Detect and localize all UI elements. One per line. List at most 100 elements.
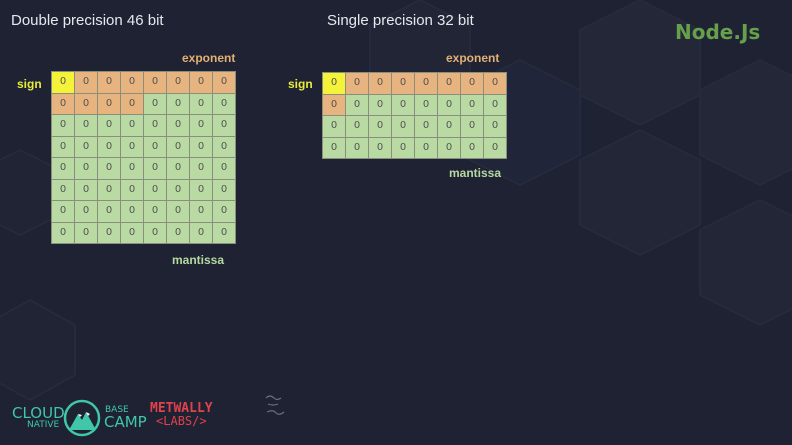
mantissa-bit-cell: 0 — [190, 179, 212, 200]
mantissa-bit-cell: 0 — [461, 94, 483, 115]
mantissa-bit-cell: 0 — [75, 179, 97, 200]
labs-text: <LABS/> — [156, 414, 207, 428]
mantissa-bit-cell: 0 — [75, 115, 97, 136]
mantissa-bit-cell: 0 — [167, 136, 189, 157]
exponent-bit-cell: 0 — [346, 73, 368, 94]
mantissa-bit-cell: 0 — [167, 115, 189, 136]
mantissa-bit-cell: 0 — [213, 93, 235, 114]
mantissa-bit-cell: 0 — [167, 222, 189, 243]
mantissa-bit-cell: 0 — [415, 116, 437, 137]
exponent-bit-cell: 0 — [121, 93, 143, 114]
mantissa-bit-cell: 0 — [392, 137, 414, 158]
sign-bit-cell: 0 — [52, 72, 74, 93]
mantissa-bit-cell: 0 — [144, 115, 166, 136]
mantissa-bit-cell: 0 — [369, 94, 391, 115]
mantissa-bit-cell: 0 — [369, 116, 391, 137]
mantissa-bit-cell: 0 — [415, 137, 437, 158]
mantissa-bit-cell: 0 — [52, 222, 74, 243]
mantissa-bit-cell: 0 — [75, 136, 97, 157]
logo-native-text: NATIVE — [27, 420, 60, 430]
mantissa-bit-cell: 0 — [190, 158, 212, 179]
mantissa-bit-cell: 0 — [346, 137, 368, 158]
double-precision-title: Double precision 46 bit — [11, 12, 164, 29]
mantissa-bit-cell: 0 — [213, 201, 235, 222]
mantissa-bit-cell: 0 — [415, 94, 437, 115]
mantissa-bit-cell: 0 — [190, 93, 212, 114]
single-precision-bit-grid: 00000000000000000000000000000000 — [322, 72, 507, 159]
mantissa-bit-cell: 0 — [438, 116, 460, 137]
mantissa-bit-cell: 0 — [121, 115, 143, 136]
nodejs-logo-text: Node.Js — [675, 20, 761, 44]
mantissa-bit-cell: 0 — [75, 158, 97, 179]
mantissa-bit-cell: 0 — [98, 158, 120, 179]
exponent-bit-cell: 0 — [167, 72, 189, 93]
metwally-labs-logo: METWALLY <LABS/> — [150, 402, 213, 428]
logo-camp-text: CAMP — [104, 413, 147, 431]
mantissa-bit-cell: 0 — [438, 94, 460, 115]
sign-bit-cell: 0 — [323, 73, 345, 94]
mantissa-bit-cell: 0 — [52, 136, 74, 157]
mantissa-bit-cell: 0 — [392, 94, 414, 115]
mantissa-bit-cell: 0 — [167, 93, 189, 114]
exponent-bit-cell: 0 — [190, 72, 212, 93]
double-exponent-label: exponent — [182, 51, 236, 65]
exponent-bit-cell: 0 — [52, 93, 74, 114]
mantissa-bit-cell: 0 — [75, 222, 97, 243]
mantissa-bit-cell: 0 — [213, 179, 235, 200]
mantissa-bit-cell: 0 — [98, 222, 120, 243]
mantissa-bit-cell: 0 — [98, 179, 120, 200]
mantissa-bit-cell: 0 — [167, 201, 189, 222]
exponent-bit-cell: 0 — [144, 72, 166, 93]
mantissa-bit-cell: 0 — [323, 137, 345, 158]
mantissa-bit-cell: 0 — [190, 222, 212, 243]
mantissa-bit-cell: 0 — [461, 137, 483, 158]
mantissa-bit-cell: 0 — [213, 158, 235, 179]
mantissa-bit-cell: 0 — [144, 158, 166, 179]
exponent-bit-cell: 0 — [461, 73, 483, 94]
exponent-bit-cell: 0 — [438, 73, 460, 94]
mantissa-bit-cell: 0 — [121, 201, 143, 222]
mantissa-bit-cell: 0 — [52, 179, 74, 200]
mantissa-bit-cell: 0 — [392, 116, 414, 137]
cloud-native-base-camp-logo: CLOUD NATIVE BASE CAMP — [12, 398, 152, 445]
mantissa-bit-cell: 0 — [213, 222, 235, 243]
mantissa-bit-cell: 0 — [75, 201, 97, 222]
mantissa-bit-cell: 0 — [346, 94, 368, 115]
mantissa-bit-cell: 0 — [190, 136, 212, 157]
exponent-bit-cell: 0 — [369, 73, 391, 94]
mantissa-bit-cell: 0 — [121, 179, 143, 200]
single-sign-label: sign — [288, 77, 313, 91]
mantissa-bit-cell: 0 — [144, 222, 166, 243]
exponent-bit-cell: 0 — [75, 93, 97, 114]
mantissa-bit-cell: 0 — [484, 94, 506, 115]
mantissa-bit-cell: 0 — [167, 179, 189, 200]
exponent-bit-cell: 0 — [213, 72, 235, 93]
exponent-bit-cell: 0 — [484, 73, 506, 94]
mantissa-bit-cell: 0 — [484, 137, 506, 158]
mantissa-bit-cell: 0 — [144, 93, 166, 114]
mantissa-bit-cell: 0 — [98, 136, 120, 157]
signature-mark — [262, 392, 292, 425]
mantissa-bit-cell: 0 — [121, 136, 143, 157]
exponent-bit-cell: 0 — [98, 93, 120, 114]
mantissa-bit-cell: 0 — [167, 158, 189, 179]
mantissa-bit-cell: 0 — [52, 115, 74, 136]
double-mantissa-label: mantissa — [172, 253, 225, 267]
exponent-bit-cell: 0 — [75, 72, 97, 93]
double-sign-label: sign — [17, 77, 42, 91]
exponent-bit-cell: 0 — [415, 73, 437, 94]
mantissa-bit-cell: 0 — [121, 158, 143, 179]
mantissa-bit-cell: 0 — [190, 115, 212, 136]
mantissa-bit-cell: 0 — [98, 115, 120, 136]
single-exponent-label: exponent — [446, 51, 500, 65]
mantissa-bit-cell: 0 — [346, 116, 368, 137]
mantissa-bit-cell: 0 — [213, 136, 235, 157]
mantissa-bit-cell: 0 — [484, 116, 506, 137]
exponent-bit-cell: 0 — [323, 94, 345, 115]
exponent-bit-cell: 0 — [392, 73, 414, 94]
mantissa-bit-cell: 0 — [213, 115, 235, 136]
mantissa-bit-cell: 0 — [190, 201, 212, 222]
single-mantissa-label: mantissa — [449, 166, 502, 180]
mantissa-bit-cell: 0 — [121, 222, 143, 243]
single-precision-title: Single precision 32 bit — [327, 12, 474, 29]
